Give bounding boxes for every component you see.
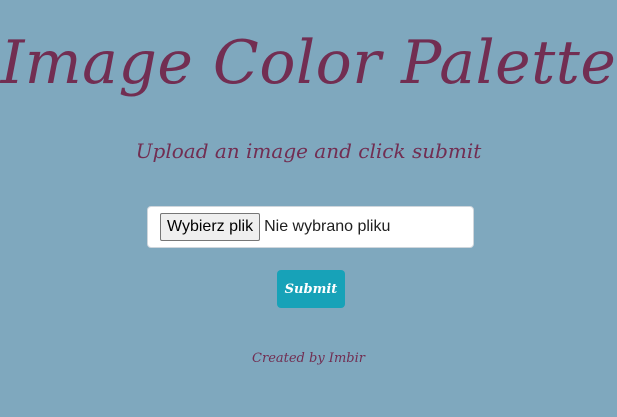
footer-credit: Created by Imbir	[252, 351, 365, 366]
submit-button[interactable]: Submit	[277, 270, 345, 308]
file-status-text: Nie wybrano pliku	[264, 218, 391, 235]
file-upload-field[interactable]: Wybierz plik Nie wybrano pliku	[147, 206, 474, 248]
page-subtitle: Upload an image and click submit	[135, 139, 482, 163]
page-title: Image Color Palette	[0, 28, 617, 98]
choose-file-button[interactable]: Wybierz plik	[160, 213, 261, 241]
